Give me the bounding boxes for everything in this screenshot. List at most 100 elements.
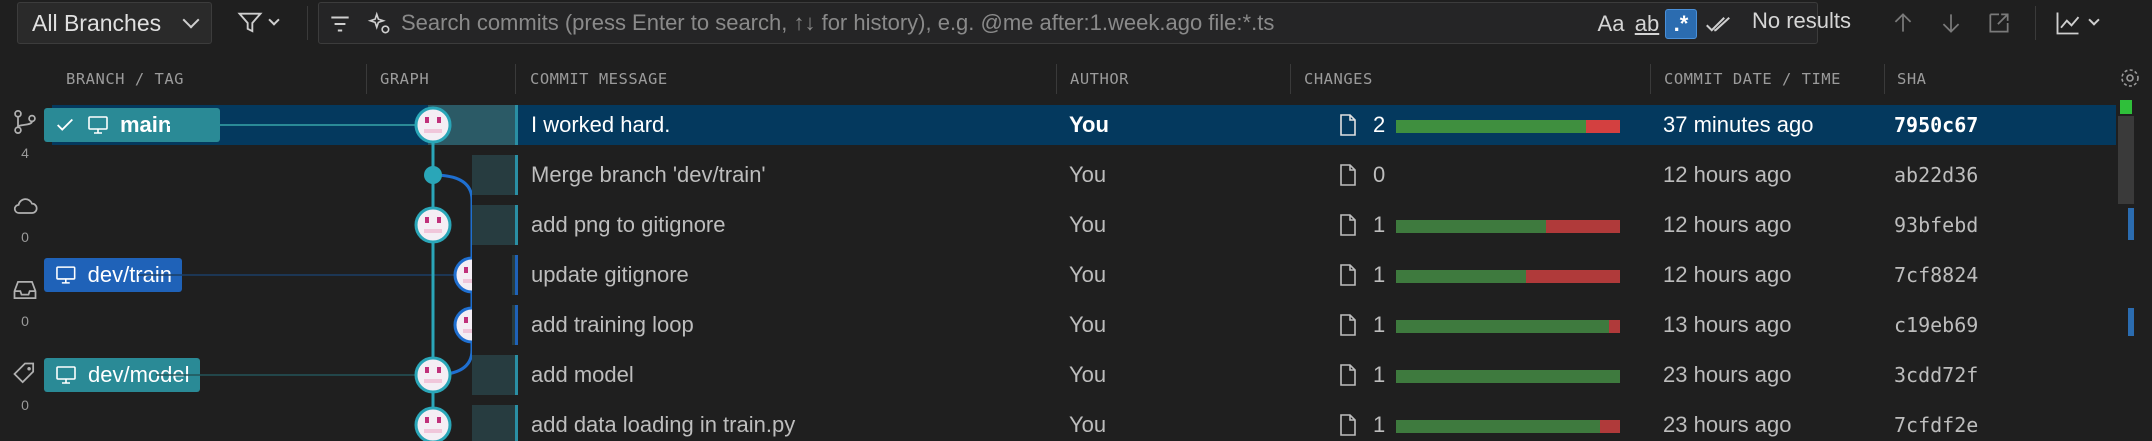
file-icon [1340, 264, 1356, 286]
commit-sha: c19eb69 [1894, 313, 1979, 337]
sparkle-icon[interactable] [367, 11, 393, 37]
arrow-down-icon [1942, 14, 1960, 33]
graph-cell-shade [472, 155, 516, 195]
commit-sha: 3cdd72f [1894, 363, 1979, 387]
branch-select-label: All Branches [32, 9, 162, 36]
search-input[interactable] [401, 3, 1501, 43]
cloud-icon [13, 198, 38, 214]
commit-author: You [1069, 212, 1107, 237]
inbox-icon [13, 280, 37, 300]
match-case-toggle[interactable]: Aa [1595, 9, 1627, 39]
branches-count: 4 [21, 145, 29, 161]
changed-files-count: 1 [1373, 362, 1386, 387]
commit-date: 23 hours ago [1663, 412, 1792, 437]
avatar[interactable] [414, 356, 452, 394]
graph-cell-shade [472, 355, 516, 395]
changed-files-count: 2 [1373, 112, 1386, 137]
deletions-bar [1586, 120, 1620, 133]
column-changes[interactable]: CHANGES [1304, 70, 1373, 88]
search-filter-icon[interactable] [327, 11, 353, 37]
commit-date: 12 hours ago [1663, 212, 1792, 237]
column-sha[interactable]: SHA [1897, 70, 1927, 88]
change-bar [1396, 420, 1620, 433]
avatar[interactable] [414, 106, 452, 144]
commit-sha: ab22d36 [1894, 163, 1979, 187]
column-resizer[interactable] [1290, 64, 1291, 94]
chart-icon [2056, 12, 2080, 35]
commit-changes: 1 [1337, 205, 1385, 245]
commit-author: You [1069, 412, 1107, 437]
avatar[interactable] [414, 206, 452, 244]
commit-message: add model [531, 362, 634, 387]
avatar[interactable] [453, 256, 472, 294]
change-bar [1396, 320, 1620, 333]
column-resizer[interactable] [366, 64, 367, 94]
open-in-editor-button[interactable] [1984, 8, 2014, 38]
graph-cell-shade [472, 205, 516, 245]
commit-message: Merge branch 'dev/train' [531, 162, 766, 187]
file-icon [1340, 164, 1356, 186]
toolbar: All Branches Aa ab .* No results [0, 0, 2152, 46]
additions-bar [1396, 270, 1526, 283]
column-header: BRANCH / TAG GRAPH COMMIT MESSAGE AUTHOR… [0, 62, 2152, 98]
settings-icon[interactable] [2118, 66, 2142, 90]
file-icon [1340, 414, 1356, 436]
commit-message: update gitignore [531, 262, 689, 287]
column-date[interactable]: COMMIT DATE / TIME [1664, 70, 1841, 88]
commit-message: add data loading in train.py [531, 412, 796, 437]
change-bar [1396, 270, 1620, 283]
branches-view-button[interactable]: 4 [0, 108, 50, 161]
previous-result-button[interactable] [1888, 8, 1918, 38]
arrow-up-icon [1894, 13, 1912, 32]
commit-author: You [1069, 312, 1107, 337]
scrollbar[interactable] [2118, 98, 2134, 441]
chevron-down-icon [268, 14, 280, 26]
tags-view-button[interactable]: 0 [0, 360, 50, 413]
tags-count: 0 [21, 397, 29, 413]
commit-message: add png to gitignore [531, 212, 726, 237]
commit-graph [138, 106, 472, 441]
filter-button[interactable] [236, 6, 292, 40]
file-icon [1340, 214, 1356, 236]
scrollbar-thumb[interactable] [2118, 116, 2134, 204]
commit-message: I worked hard. [531, 112, 671, 137]
match-word-toggle[interactable]: ab [1631, 9, 1663, 39]
avatar[interactable] [453, 306, 472, 344]
change-bar [1396, 370, 1620, 383]
column-resizer[interactable] [1884, 64, 1885, 94]
changed-files-count: 1 [1373, 212, 1386, 237]
graph-sidebar: 4 0 0 0 [0, 98, 50, 441]
commit-author: You [1069, 162, 1107, 187]
check-all-icon[interactable] [1703, 9, 1733, 39]
deletions-bar [1609, 320, 1620, 333]
scrollbar-marker [2128, 308, 2134, 336]
chart-toggle-button[interactable] [2054, 8, 2114, 38]
commit-changes: 1 [1337, 255, 1385, 295]
search-box: Aa ab .* [318, 2, 1818, 44]
column-graph[interactable]: GRAPH [380, 70, 429, 88]
graph-cell-shade [472, 405, 516, 441]
branch-select[interactable]: All Branches [17, 2, 212, 44]
change-bar [1396, 220, 1620, 233]
message-accent [515, 355, 518, 395]
avatar[interactable] [414, 406, 452, 441]
remotes-view-button[interactable]: 0 [0, 192, 50, 245]
commit-changes: 1 [1337, 355, 1385, 395]
column-resizer[interactable] [1650, 64, 1651, 94]
commit-date: 12 hours ago [1663, 262, 1792, 287]
stashes-view-button[interactable]: 0 [0, 276, 50, 329]
commit-changes: 1 [1337, 305, 1385, 345]
message-accent [515, 155, 518, 195]
regex-toggle[interactable]: .* [1665, 9, 1697, 39]
change-bar [1396, 120, 1620, 133]
column-author[interactable]: AUTHOR [1070, 70, 1129, 88]
scrollbar-marker [2128, 208, 2134, 240]
next-result-button[interactable] [1936, 8, 1966, 38]
file-icon [1340, 114, 1356, 136]
changed-files-count: 1 [1373, 312, 1386, 337]
git-branch-icon [14, 110, 36, 134]
column-message[interactable]: COMMIT MESSAGE [530, 70, 668, 88]
column-branch[interactable]: BRANCH / TAG [66, 70, 184, 88]
column-resizer[interactable] [1056, 64, 1057, 94]
column-resizer[interactable] [515, 64, 516, 94]
